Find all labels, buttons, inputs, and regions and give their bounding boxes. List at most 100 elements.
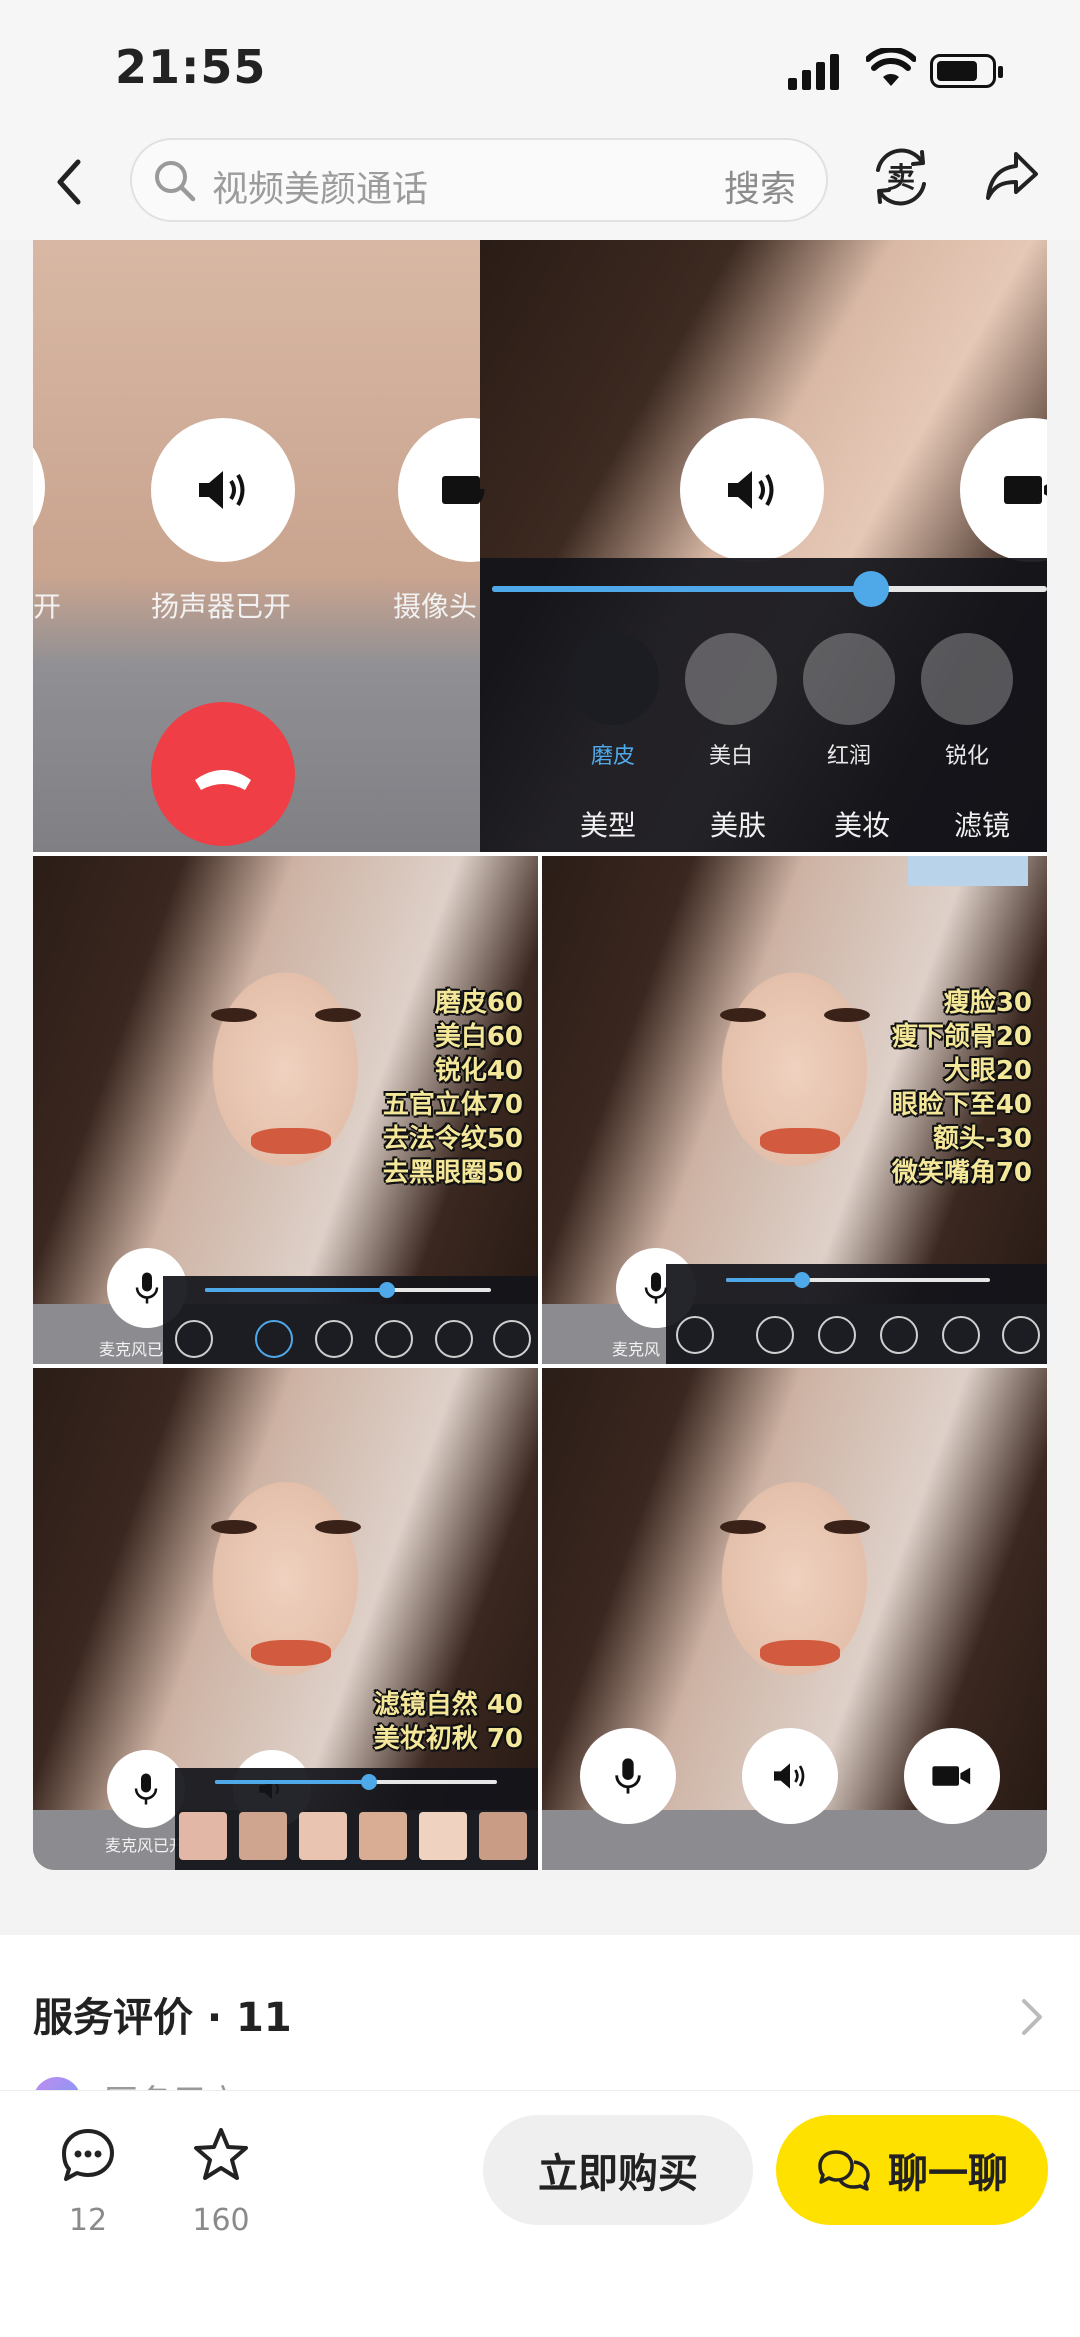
signal-icon — [788, 52, 844, 90]
eye-enlarge-icon — [942, 1316, 980, 1354]
microphone-icon — [134, 1773, 158, 1805]
share-icon[interactable] — [982, 146, 1042, 206]
beauty-slider-thumb — [853, 571, 889, 607]
comments-button[interactable]: 12 — [33, 2123, 143, 2273]
speaker-icon — [774, 1763, 805, 1789]
gallery-image-4[interactable]: 瘦脸30 瘦下颌骨20 大眼20 眼睑下至40 额头-30 微笑嘴角70 麦克风 — [542, 856, 1047, 1364]
microphone-icon — [480, 488, 485, 503]
sharpen-icon — [435, 1320, 473, 1358]
buy-now-button[interactable]: 立即购买 — [483, 2115, 753, 2225]
lips — [760, 1640, 840, 1666]
chat-label: 聊一聊 — [888, 2151, 1008, 2197]
partial-button — [33, 415, 45, 559]
beauty-tab: 滤镜 — [954, 809, 1011, 842]
overlay-line: 眼睑下至40 — [891, 1090, 1032, 1120]
hang-up-icon — [195, 770, 251, 790]
status-bar: 21:55 — [0, 0, 1080, 130]
filter-thumbnail — [479, 1812, 527, 1860]
mic-label: 麦克风已 — [99, 1340, 164, 1359]
mini-slider-fill — [205, 1288, 387, 1292]
search-button[interactable]: 搜索 — [724, 160, 796, 212]
chevron-right-icon[interactable] — [1020, 1997, 1044, 2037]
search-bar[interactable]: 视频美颜通话 搜索 — [130, 138, 828, 222]
chat-icon — [818, 2150, 870, 2191]
beauty-tab: 美肤 — [710, 809, 767, 842]
overlay-line: 瘦下颌骨20 — [891, 1022, 1032, 1052]
beauty-item-label: 红润 — [826, 744, 871, 769]
overlay-line: 微笑嘴角70 — [891, 1158, 1032, 1188]
filter-thumbnail — [239, 1812, 287, 1860]
beauty-item-label: 磨皮 — [590, 744, 635, 769]
camera-button — [904, 1728, 1000, 1824]
partial-label: 开 — [33, 590, 62, 623]
comments-count: 12 — [68, 2203, 108, 2238]
chat-button[interactable]: 聊一聊 — [776, 2115, 1048, 2225]
camera-icon — [442, 476, 480, 504]
bottom-action-bar: 12 160 立即购买 聊一聊 — [0, 2090, 1080, 2337]
speaker-button — [742, 1728, 838, 1824]
filter-thumbnail — [179, 1812, 227, 1860]
contrast-icon — [493, 1320, 531, 1358]
gallery-image-1[interactable]: 开 扬声器已开 摄像头 — [33, 240, 480, 852]
search-input[interactable]: 视频美颜通话 — [212, 160, 428, 212]
sharpen-icon — [921, 633, 1013, 725]
eye — [315, 1520, 361, 1534]
beauty-panel: 磨皮 美白 红润 锐化 美型 美肤 美妆 滤镜 — [480, 558, 1047, 852]
microphone-button — [107, 1750, 185, 1828]
overlay-line: 滤镜自然 40 — [373, 1690, 523, 1720]
speaker-icon — [199, 471, 245, 509]
gallery-image-5[interactable]: 滤镜自然 40 美妆初秋 70 麦克风已开 — [33, 1368, 538, 1870]
beauty-settings-overlay: 瘦脸30 瘦下颌骨20 大眼20 眼睑下至40 额头-30 微笑嘴角70 — [712, 986, 1032, 1190]
rosy-icon — [803, 633, 895, 725]
smooth-skin-icon — [567, 633, 659, 725]
gallery-image-6[interactable] — [542, 1368, 1047, 1870]
rosy-icon — [375, 1320, 413, 1358]
inset-thumbnail — [908, 856, 1028, 886]
favorite-button[interactable]: 160 — [166, 2123, 276, 2273]
favorites-count: 160 — [192, 2203, 250, 2238]
camera-label: 摄像头 — [393, 590, 478, 623]
camera-icon — [932, 1766, 971, 1786]
jaw-icon — [880, 1316, 918, 1354]
search-icon — [155, 161, 196, 202]
mini-slider-thumb — [379, 1282, 395, 1298]
product-image-gallery[interactable]: 开 扬声器已开 摄像头 磨皮 美白 红润 锐化 美型 美肤 美妆 滤镜 磨皮60… — [33, 240, 1047, 1870]
camera-icon — [1004, 476, 1047, 504]
eye — [211, 1520, 257, 1534]
mic-label: 麦克风 — [612, 1340, 661, 1359]
filter-thumbnail — [419, 1812, 467, 1860]
reset-icon — [175, 1320, 213, 1358]
camera-button — [398, 418, 480, 562]
mini-slider-thumb — [794, 1272, 810, 1288]
forehead-icon — [1002, 1316, 1040, 1354]
beauty-item-label: 美白 — [708, 744, 753, 769]
eye — [824, 1520, 870, 1534]
filter-thumbnail — [299, 1812, 347, 1860]
overlay-line: 去黑眼圈50 — [382, 1158, 523, 1188]
chin-icon — [756, 1316, 794, 1354]
reset-icon — [676, 1316, 714, 1354]
svg-text:卖: 卖 — [887, 161, 915, 194]
back-icon[interactable] — [50, 152, 90, 212]
speaker-button — [151, 418, 295, 562]
microphone-button — [580, 1728, 676, 1824]
nav-header: 视频美颜通话 搜索 卖 — [0, 130, 1080, 240]
overlay-line: 磨皮60 — [434, 988, 523, 1018]
overlay-line: 锐化40 — [434, 1056, 523, 1086]
review-title[interactable]: 服务评价 · 11 — [33, 1985, 292, 2043]
wifi-icon — [866, 48, 916, 86]
speaker-button — [680, 418, 824, 562]
beauty-settings-overlay: 滤镜自然 40 美妆初秋 70 — [233, 1688, 523, 1756]
beauty-settings-overlay: 磨皮60 美白60 锐化40 五官立体70 去法令纹50 去黑眼圈50 — [213, 986, 523, 1190]
lips — [251, 1640, 331, 1666]
beauty-item-label: 锐化 — [944, 744, 989, 769]
beauty-slider-fill — [492, 586, 870, 592]
gallery-image-2[interactable]: 磨皮 美白 红润 锐化 美型 美肤 美妆 滤镜 — [480, 240, 1047, 852]
face-slim-icon — [818, 1316, 856, 1354]
overlay-line: 大眼20 — [943, 1056, 1032, 1086]
gallery-image-3[interactable]: 磨皮60 美白60 锐化40 五官立体70 去法令纹50 去黑眼圈50 麦克风已 — [33, 856, 538, 1364]
filter-thumbnail — [359, 1812, 407, 1860]
speaker-icon — [728, 471, 774, 509]
sell-icon[interactable]: 卖 — [868, 144, 934, 210]
whitening-icon — [685, 633, 777, 725]
